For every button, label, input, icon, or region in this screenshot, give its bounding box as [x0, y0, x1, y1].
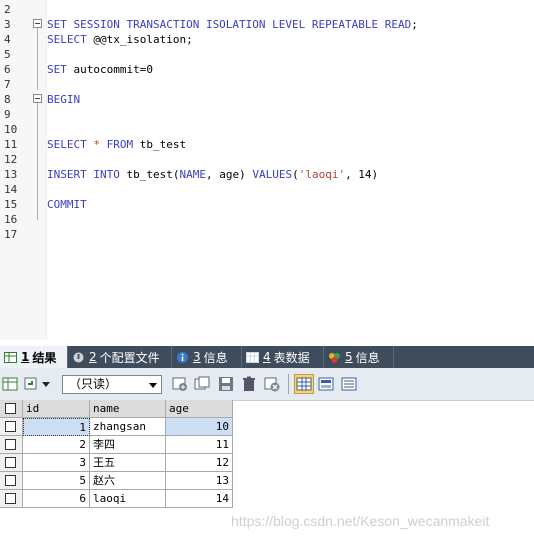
line-number: 5: [4, 48, 11, 61]
result-toolbar: （只读）: [0, 368, 534, 401]
column-header[interactable]: id: [23, 400, 90, 418]
code-line-11: SELECT * FROM tb_test: [47, 138, 187, 151]
code-line-8: BEGIN: [47, 93, 81, 106]
line-number: 6: [4, 63, 11, 76]
line-number: 4: [4, 33, 11, 46]
line-number: 2: [4, 3, 11, 16]
row-checkbox[interactable]: [5, 457, 16, 468]
code-line-4: SELECT @@tx_isolation;: [47, 33, 193, 46]
table-cell[interactable]: 6: [23, 490, 90, 508]
table-cell[interactable]: 13: [166, 472, 233, 490]
table-cell[interactable]: 3: [23, 454, 90, 472]
line-number: 10: [4, 123, 18, 136]
table-cell[interactable]: 10: [166, 418, 233, 436]
sql-editor[interactable]: 2 3 4 5 6 7 8 9 10 11 12 13 14 15 16 17 …: [0, 0, 534, 340]
line-number: 13: [4, 168, 18, 181]
row-checkbox-cell[interactable]: [0, 490, 23, 508]
tab-results[interactable]: 1 结果: [0, 346, 68, 368]
import-dropdown-icon[interactable]: [24, 376, 40, 392]
table-cell[interactable]: 1: [23, 418, 90, 436]
read-only-select[interactable]: （只读）: [62, 375, 162, 394]
line-number: 16: [4, 213, 18, 226]
table-cell[interactable]: 12: [166, 454, 233, 472]
toolbar-separator: [288, 374, 289, 394]
form-view-icon[interactable]: [318, 376, 334, 392]
row-checkbox[interactable]: [5, 475, 16, 486]
fold-toggle-icon[interactable]: [33, 19, 42, 28]
code-line-13: INSERT INTO tb_test(NAME, age) VALUES('l…: [47, 168, 379, 181]
row-checkbox[interactable]: [5, 421, 16, 432]
row-checkbox[interactable]: [5, 493, 16, 504]
table-data-icon: [246, 351, 259, 363]
table-cell[interactable]: 11: [166, 436, 233, 454]
line-number: 11: [4, 138, 18, 151]
tab-info[interactable]: 3 信息: [172, 346, 242, 368]
line-number: 9: [4, 108, 11, 121]
fold-guide: [37, 27, 38, 90]
info-icon: [177, 351, 188, 363]
duplicate-row-icon[interactable]: [194, 376, 210, 392]
table-cell[interactable]: 赵六: [90, 472, 166, 490]
result-tabs: 1 结果 2 个配置文件 3 信息 4 表数据 5 信息: [0, 346, 534, 368]
tab-table-data[interactable]: 4 表数据: [242, 346, 324, 368]
editor-gutter: 2 3 4 5 6 7 8 9 10 11 12 13 14 15 16 17: [0, 0, 47, 340]
grid-view-button[interactable]: [294, 374, 314, 394]
table-cell[interactable]: zhangsan: [90, 418, 166, 436]
row-checkbox-cell[interactable]: [0, 418, 23, 436]
info-colored-icon: [329, 352, 340, 363]
code-line-6: SET autocommit=0: [47, 63, 153, 76]
chevron-down-icon: [149, 383, 157, 388]
text-view-icon[interactable]: [341, 376, 357, 392]
line-number: 8: [4, 93, 11, 106]
line-number: 17: [4, 228, 18, 241]
table-cell[interactable]: 14: [166, 490, 233, 508]
table-cell[interactable]: 李四: [90, 436, 166, 454]
chevron-down-icon[interactable]: [42, 382, 50, 388]
delete-icon[interactable]: [241, 376, 257, 392]
export-grid-icon[interactable]: [2, 376, 18, 392]
code-line-3: SET SESSION TRANSACTION ISOLATION LEVEL …: [47, 18, 418, 31]
row-checkbox-cell[interactable]: [0, 472, 23, 490]
select-all-cell[interactable]: [0, 400, 23, 418]
insert-row-icon[interactable]: [172, 376, 188, 392]
tab-profiles[interactable]: 2 个配置文件: [68, 346, 172, 368]
watermark: https://blog.csdn.net/Keson_wecanmakeit: [231, 513, 490, 529]
line-number: 3: [4, 18, 11, 31]
read-only-select-value: （只读）: [69, 377, 118, 391]
column-header[interactable]: age: [166, 400, 233, 418]
table-cell[interactable]: 5: [23, 472, 90, 490]
discard-changes-icon[interactable]: [264, 376, 280, 392]
line-number: 7: [4, 78, 11, 91]
select-all-checkbox[interactable]: [5, 403, 16, 414]
table-cell[interactable]: laoqi: [90, 490, 166, 508]
row-checkbox-cell[interactable]: [0, 454, 23, 472]
grid-view-icon: [296, 377, 312, 391]
line-number: 15: [4, 198, 18, 211]
fold-guide: [37, 102, 38, 220]
row-checkbox-cell[interactable]: [0, 436, 23, 454]
table-cell[interactable]: 王五: [90, 454, 166, 472]
fold-toggle-icon[interactable]: [33, 94, 42, 103]
row-checkbox[interactable]: [5, 439, 16, 450]
table-cell[interactable]: 2: [23, 436, 90, 454]
column-header[interactable]: name: [90, 400, 166, 418]
result-grid-icon: [4, 351, 17, 363]
tab-info-2[interactable]: 5 信息: [324, 346, 394, 368]
line-number: 12: [4, 153, 18, 166]
save-icon[interactable]: [218, 376, 234, 392]
line-number: 14: [4, 183, 18, 196]
profile-icon: [73, 352, 84, 362]
code-line-15: COMMIT: [47, 198, 87, 211]
